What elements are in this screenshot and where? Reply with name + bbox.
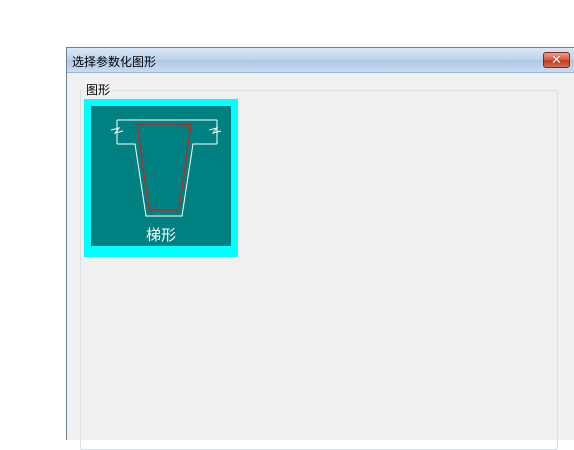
close-icon: ✕ bbox=[551, 52, 562, 68]
shape-label: 梯形 bbox=[145, 226, 176, 244]
title-bar[interactable]: 选择参数化图形 ✕ bbox=[67, 48, 574, 73]
shape-tile-trapezoid[interactable]: 梯形 bbox=[84, 99, 238, 257]
parametric-shape-dialog: 选择参数化图形 ✕ 图形 梯形 bbox=[66, 47, 574, 450]
tile-face: 梯形 bbox=[91, 106, 231, 246]
close-button[interactable]: ✕ bbox=[543, 52, 570, 68]
dialog-title: 选择参数化图形 bbox=[72, 55, 157, 69]
group-label: 图形 bbox=[84, 81, 113, 98]
